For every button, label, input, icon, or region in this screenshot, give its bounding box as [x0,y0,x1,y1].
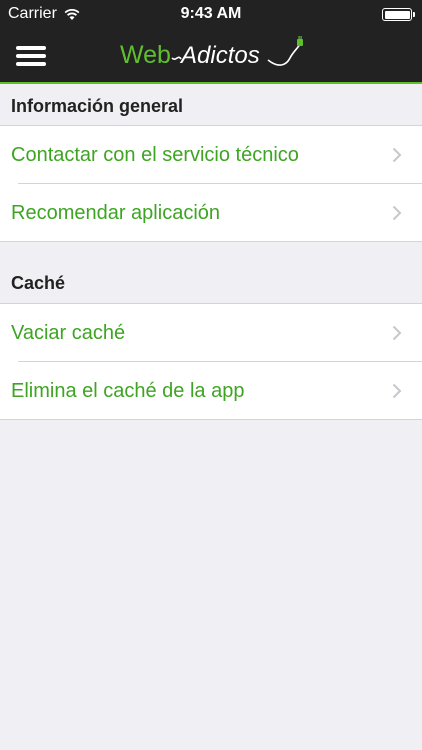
logo-web-text: Web [120,41,171,69]
cell-label: Elimina el caché de la app [11,380,245,402]
hamburger-menu-icon[interactable] [16,44,46,68]
clear-cache-item[interactable]: Vaciar caché [0,304,422,362]
delete-app-cache-item[interactable]: Elimina el caché de la app [0,362,422,420]
chevron-right-icon [392,205,402,221]
section-header-informacion-general: Información general [0,86,422,126]
webadictos-logo: Web Adictos [120,36,303,69]
chevron-right-icon [392,147,402,163]
separator [0,419,422,420]
battery-icon [382,8,415,21]
cell-label: Vaciar caché [11,322,126,344]
separator [0,241,422,242]
chevron-right-icon [392,325,402,341]
navigation-bar: Web Adictos [0,28,422,84]
section-header-cache: Caché [0,263,422,303]
contact-support-item[interactable]: Contactar con el servicio técnico [0,126,422,184]
logo-adictos-text: Adictos [179,42,260,69]
status-time: 9:43 AM [180,5,242,22]
chevron-right-icon [392,383,402,399]
section-title: Información general [11,96,184,116]
cell-label: Contactar con el servicio técnico [11,144,299,166]
status-bar: Carrier 9:43 AM [0,0,422,28]
recommend-app-item[interactable]: Recomendar aplicación [0,184,422,242]
cell-label: Recomendar aplicación [11,202,221,224]
section-title: Caché [11,273,66,293]
